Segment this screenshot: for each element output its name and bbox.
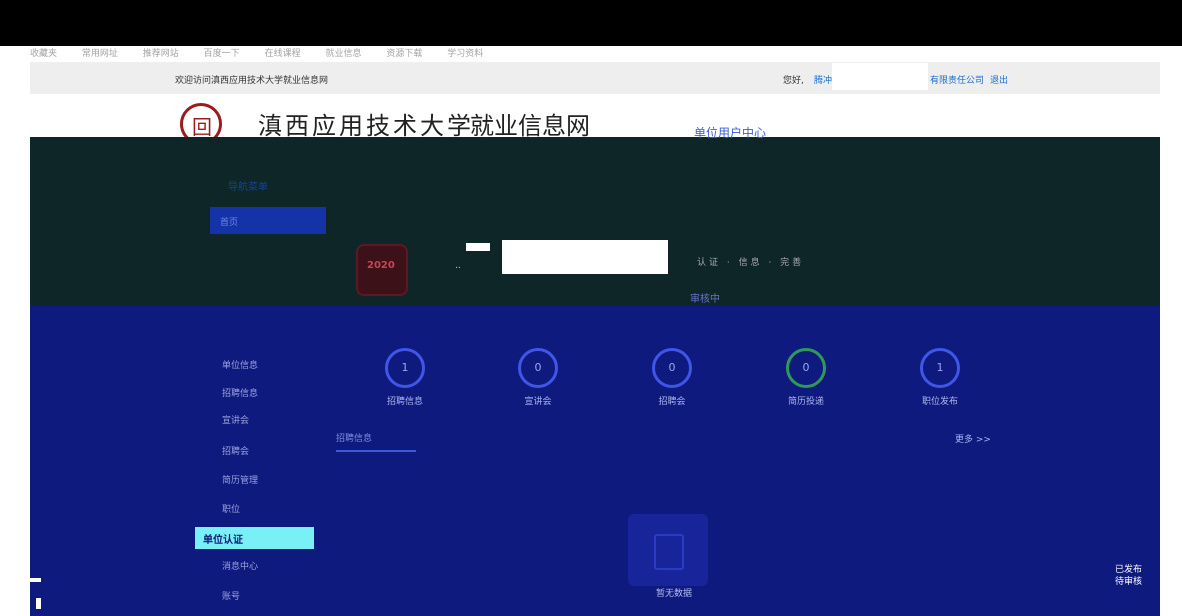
artifact-mark	[30, 578, 41, 582]
bookmark-item[interactable]: 资源下载	[386, 49, 422, 59]
stat-value: 1	[920, 348, 960, 388]
hello-label: 您好,	[783, 76, 804, 86]
stat-label: 招聘信息	[386, 397, 423, 407]
bookmarks-bar: 收藏夹 常用网址 推荐网站 百度一下 在线课程 就业信息 资源下载 学习资料	[30, 46, 1160, 60]
sidebar-item[interactable]: 消息中心	[222, 559, 258, 572]
floating-badge-line: 已发布	[1115, 565, 1143, 575]
logout-link[interactable]: 退出	[990, 73, 1008, 86]
company-name-tail[interactable]: 有限责任公司	[930, 73, 984, 86]
stat-label: 宣讲会	[524, 397, 552, 407]
university-name: 滇西应用技术大学	[258, 112, 474, 140]
redaction-box	[502, 240, 668, 274]
sidebar-item[interactable]: 招聘信息	[222, 386, 258, 399]
bookmark-item[interactable]: 百度一下	[204, 49, 240, 59]
sidebar-item[interactable]: 单位信息	[222, 358, 258, 371]
welcome-text: 欢迎访问滇西应用技术大学就业信息网	[175, 76, 329, 86]
stat-card[interactable]: 0 简历投递	[766, 348, 846, 407]
sidebar-item[interactable]: 宣讲会	[222, 413, 249, 426]
stat-value: 0	[518, 348, 558, 388]
stat-card[interactable]: 0 招聘会	[632, 348, 712, 407]
empty-state-text: 暂无数据	[656, 589, 693, 599]
more-link[interactable]: 更多 >>	[955, 432, 991, 445]
stat-label: 简历投递	[787, 397, 824, 407]
empty-state-icon	[628, 514, 708, 586]
welcome-bar: 欢迎访问滇西应用技术大学就业信息网 您好, 腾冲 有限责任公司 退出	[30, 62, 1160, 94]
center-title: 单位用户中心	[694, 126, 767, 140]
bookmark-item[interactable]: 收藏夹	[30, 49, 57, 59]
profile-banner	[30, 137, 1160, 306]
sidebar-item-active[interactable]: 单位认证	[195, 527, 314, 549]
site-name: 就业信息网	[470, 112, 590, 140]
stat-card[interactable]: 1 职位发布	[900, 348, 980, 407]
stat-value: 0	[786, 348, 826, 388]
sidebar-item[interactable]: 账号	[222, 589, 240, 602]
bookmark-item[interactable]: 就业信息	[325, 49, 361, 59]
sidebar-item[interactable]: 招聘会	[222, 444, 249, 457]
redaction-box	[466, 243, 490, 251]
artifact-mark	[36, 598, 41, 609]
stat-value: 1	[385, 348, 425, 388]
bookmark-item[interactable]: 在线课程	[265, 49, 301, 59]
stat-card[interactable]: 1 招聘信息	[365, 348, 445, 407]
redaction-box	[832, 63, 928, 90]
company-avatar[interactable]	[356, 244, 408, 296]
tab-recruitment[interactable]: 招聘信息	[336, 431, 416, 452]
nav-label: 导航菜单	[228, 182, 268, 193]
bookmark-item[interactable]: 推荐网站	[143, 49, 179, 59]
stat-value: 0	[652, 348, 692, 388]
stat-card[interactable]: 0 宣讲会	[498, 348, 578, 407]
company-meta: 认证 · 信息 · 完善	[697, 258, 805, 268]
floating-badge[interactable]: 已发布 待审核	[1115, 564, 1165, 588]
main-content	[30, 306, 1160, 616]
stat-label: 招聘会	[658, 397, 686, 407]
user-name-link[interactable]: 腾冲	[814, 73, 832, 86]
ellipsis-icon: ..	[455, 261, 461, 271]
sidebar-item[interactable]: 简历管理	[222, 473, 258, 486]
bookmark-item[interactable]: 常用网址	[82, 49, 118, 59]
browser-titlebar	[0, 0, 1182, 46]
bookmark-item[interactable]: 学习资料	[447, 49, 483, 59]
sidebar-item[interactable]: 职位	[222, 502, 240, 515]
home-button[interactable]: 首页	[210, 207, 326, 234]
stat-label: 职位发布	[921, 397, 958, 407]
floating-badge-line: 待审核	[1115, 577, 1143, 587]
status-badge: 审核中	[690, 294, 720, 305]
